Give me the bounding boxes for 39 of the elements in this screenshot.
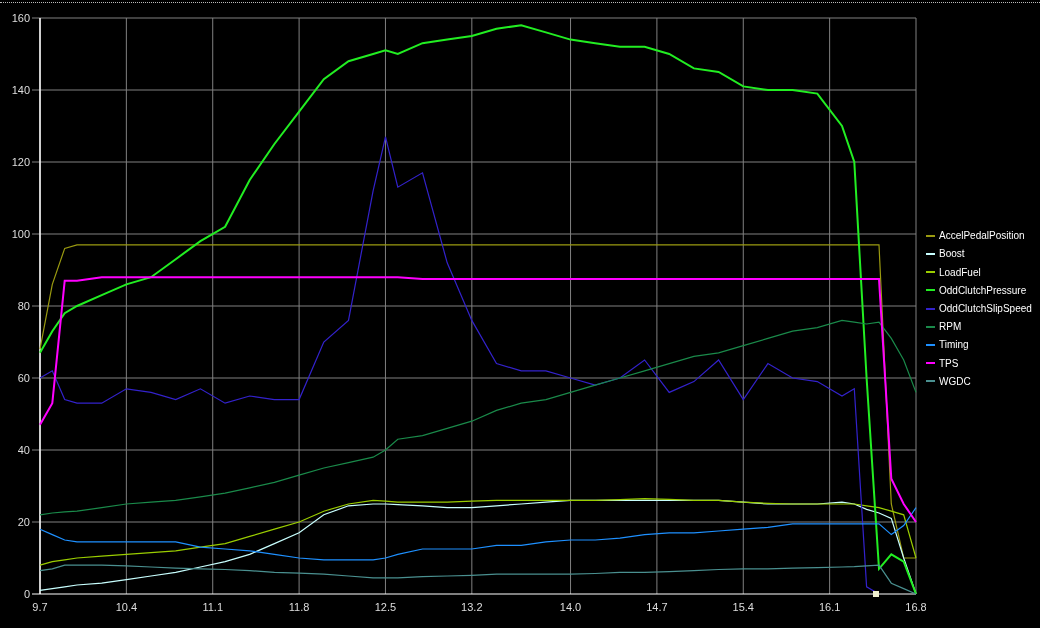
legend-label: TPS	[939, 356, 959, 371]
legend-swatch	[926, 380, 935, 383]
legend-label: RPM	[939, 320, 962, 335]
cursor-marker[interactable]	[873, 591, 879, 597]
x-tick-label: 15.4	[732, 601, 754, 613]
y-tick-label: 120	[11, 156, 30, 168]
x-tick-label: 16.1	[818, 601, 841, 613]
x-tick-label: 11.1	[202, 601, 224, 613]
legend-label: OddClutchPressure	[939, 283, 1027, 298]
y-tick-label: 80	[17, 300, 30, 312]
legend-label: WGDC	[939, 374, 971, 389]
y-tick-label: 40	[17, 444, 30, 456]
y-tick-label: 60	[17, 372, 30, 384]
x-tick-label: 12.5	[374, 601, 397, 613]
y-tick-label: 20	[17, 516, 30, 528]
legend-swatch	[926, 343, 935, 346]
x-tick-label: 14.7	[646, 601, 668, 613]
legend-label: AccelPedalPosition	[939, 229, 1025, 244]
legend-swatch	[926, 234, 935, 237]
legend-swatch	[926, 271, 935, 274]
legend-swatch	[926, 307, 935, 310]
y-tick-label: 100	[11, 228, 30, 240]
x-tick-label: 16.8	[905, 601, 926, 613]
x-tick-label: 14.0	[559, 601, 582, 613]
y-tick-label: 140	[11, 84, 30, 96]
legend-label: Boost	[939, 247, 965, 262]
x-tick-label: 13.2	[461, 601, 483, 613]
x-tick-label: 10.4	[115, 601, 138, 613]
legend-label: OddClutchSlipSpeed	[939, 302, 1032, 316]
x-tick-label: 9.7	[32, 601, 48, 613]
y-tick-label: 160	[11, 12, 30, 24]
y-tick-label: 0	[23, 588, 30, 600]
x-tick-label: 11.8	[288, 601, 310, 613]
legend-swatch	[926, 289, 935, 292]
legend-label: LoadFuel	[939, 265, 981, 280]
legend-swatch	[926, 362, 935, 365]
legend-label: Timing	[939, 338, 969, 353]
legend-swatch	[926, 252, 935, 255]
legend-swatch	[926, 325, 935, 328]
